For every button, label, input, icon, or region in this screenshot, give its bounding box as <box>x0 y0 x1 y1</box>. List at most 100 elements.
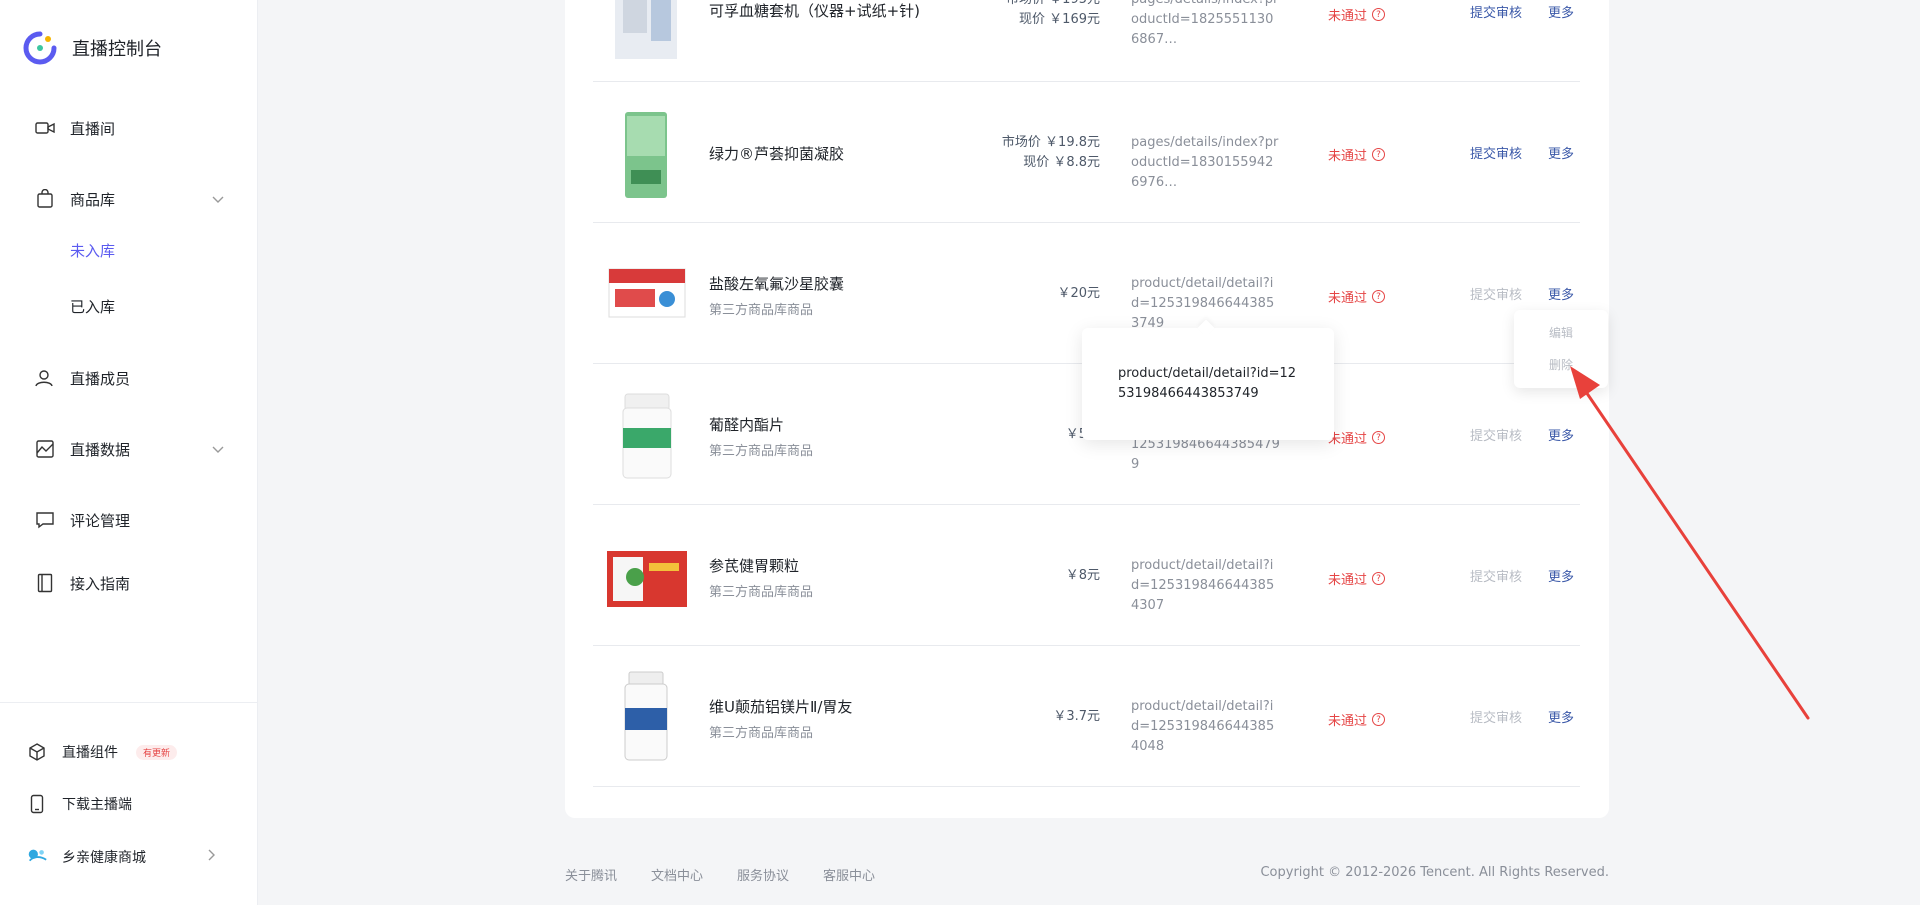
product-image <box>608 268 686 318</box>
update-badge: 有更新 <box>136 744 178 760</box>
copyright: Copyright © 2012-2026 Tencent. All Right… <box>1260 865 1609 880</box>
product-source: 第三方商品库商品 <box>709 444 814 459</box>
more-link[interactable]: 更多 <box>1548 566 1574 585</box>
price-current: ￥8元 <box>1065 568 1100 583</box>
cube-icon <box>26 741 48 763</box>
delete-menu-item[interactable]: 删除 <box>1514 356 1608 373</box>
help-icon[interactable]: ? <box>1372 431 1386 444</box>
help-icon[interactable]: ? <box>1372 572 1386 585</box>
submit-review-link[interactable]: 提交审核 <box>1470 707 1522 726</box>
nav-goods-lib-label: 商品库 <box>70 190 116 209</box>
more-link[interactable]: 更多 <box>1548 143 1574 162</box>
price-current: 现价 ￥8.8元 <box>1023 155 1100 170</box>
product-name: 盐酸左氧氟沙星胶囊 <box>709 275 845 293</box>
edit-menu-item[interactable]: 编辑 <box>1514 324 1608 341</box>
nav-members-label: 直播成员 <box>70 369 131 388</box>
product-image <box>625 112 667 198</box>
product-name: 绿力®芦荟抑菌凝胶 <box>709 145 845 163</box>
user-icon <box>34 367 56 389</box>
help-icon[interactable]: ? <box>1372 290 1386 303</box>
help-icon[interactable]: ? <box>1372 148 1386 161</box>
more-link[interactable]: 更多 <box>1548 707 1574 726</box>
status-text: 未通过 <box>1328 573 1368 588</box>
submit-review-link[interactable]: 提交审核 <box>1470 566 1522 585</box>
product-image <box>607 551 687 607</box>
path-tooltip: product/detail/detail?id=125319846644385… <box>1082 328 1334 440</box>
nav-members[interactable]: 直播成员 <box>34 367 224 389</box>
submit-review-link[interactable]: 提交审核 <box>1470 2 1522 21</box>
brand[interactable]: 直播控制台 <box>22 30 162 66</box>
submit-review-link[interactable]: 提交审核 <box>1470 143 1522 162</box>
product-path: product/detail/detail?id=125319846644385… <box>1131 558 1275 613</box>
nav-live-component[interactable]: 直播组件 有更新 <box>26 741 216 763</box>
chevron-right-icon <box>208 849 216 865</box>
shop-avatar <box>26 846 48 868</box>
product-source: 第三方商品库商品 <box>709 303 814 318</box>
nav-live-room[interactable]: 直播间 <box>34 117 224 139</box>
nav-goods-lib[interactable]: 商品库 <box>34 188 224 210</box>
status-text: 未通过 <box>1328 149 1368 164</box>
shop-switcher[interactable]: 乡亲健康商城 <box>26 846 216 868</box>
product-path: product/detail/detail?id=125319846644385… <box>1131 699 1275 754</box>
product-price: 市场价 ￥195元 现价 ￥169元 <box>1006 0 1100 30</box>
table-row: 参芪健胃颗粒 第三方商品库商品 ￥8元 product/detail/detai… <box>593 505 1580 646</box>
status-text: 未通过 <box>1328 291 1368 306</box>
footer-agreement[interactable]: 服务协议 <box>737 865 789 884</box>
nav-guide-label: 接入指南 <box>70 574 131 593</box>
more-dropdown: 编辑 删除 <box>1514 310 1608 388</box>
status-badge: 未通过 ? <box>1328 428 1386 447</box>
console-title: 直播控制台 <box>72 39 162 60</box>
product-price: ￥20元 <box>1057 284 1100 304</box>
help-icon[interactable]: ? <box>1372 8 1386 21</box>
nav-live-component-label: 直播组件 <box>62 745 118 761</box>
nav-stored[interactable]: 已入库 <box>70 296 115 317</box>
more-link[interactable]: 更多 <box>1548 425 1574 444</box>
chevron-down-icon <box>212 440 224 458</box>
product-image <box>615 0 677 59</box>
product-price: 市场价 ￥19.8元 现价 ￥8.8元 <box>1002 133 1100 173</box>
footer-about[interactable]: 关于腾讯 <box>565 865 617 884</box>
product-price: ￥8元 <box>1066 566 1100 586</box>
nav-download-anchor-label: 下载主播端 <box>62 797 132 813</box>
product-image <box>622 393 672 479</box>
submit-review-link[interactable]: 提交审核 <box>1470 425 1522 444</box>
product-path: 1253198466443854799 <box>1131 437 1280 472</box>
price-current: ￥20元 <box>1057 286 1100 301</box>
footer-support[interactable]: 客服中心 <box>823 865 875 884</box>
nav-download-anchor[interactable]: 下载主播端 <box>26 793 216 815</box>
sidebar-divider <box>0 702 258 703</box>
table-row: 绿力®芦荟抑菌凝胶 市场价 ￥19.8元 现价 ￥8.8元 pages/deta… <box>593 82 1580 223</box>
nav-guide[interactable]: 接入指南 <box>34 572 224 594</box>
more-link[interactable]: 更多 <box>1548 284 1574 303</box>
footer-docs[interactable]: 文档中心 <box>651 865 703 884</box>
nav-live-data[interactable]: 直播数据 <box>34 438 224 460</box>
status-badge: 未通过 ? <box>1328 5 1386 24</box>
product-path: pages/details/index?productId=1825551130… <box>1131 0 1278 47</box>
submit-review-link[interactable]: 提交审核 <box>1470 284 1522 303</box>
nav-not-stored[interactable]: 未入库 <box>70 240 115 261</box>
price-current: ￥3.7元 <box>1053 709 1100 724</box>
more-link[interactable]: 更多 <box>1548 2 1574 21</box>
status-badge: 未通过 ? <box>1328 710 1386 729</box>
status-badge: 未通过 ? <box>1328 145 1386 164</box>
bag-icon <box>34 188 56 210</box>
table-row: 维U颠茄铝镁片Ⅱ/胃友 第三方商品库商品 ￥3.7元 product/detai… <box>593 646 1580 787</box>
phone-icon <box>26 793 48 815</box>
chevron-down-icon <box>212 190 224 208</box>
status-text: 未通过 <box>1328 714 1368 729</box>
product-source: 第三方商品库商品 <box>709 585 814 600</box>
status-badge: 未通过 ? <box>1328 287 1386 306</box>
shop-name: 乡亲健康商城 <box>62 850 146 866</box>
product-name: 参芪健胃颗粒 <box>709 557 800 575</box>
nav-comments[interactable]: 评论管理 <box>34 509 224 531</box>
price-market: 市场价 ￥195元 <box>1006 0 1100 10</box>
product-name: 可孚血糖套机（仪器+试纸+针) <box>709 2 920 20</box>
product-name: 维U颠茄铝镁片Ⅱ/胃友 <box>709 698 853 716</box>
help-icon[interactable]: ? <box>1372 713 1386 726</box>
table-row: 可孚血糖套机（仪器+试纸+针) 市场价 ￥195元 现价 ￥169元 pages… <box>593 0 1580 82</box>
product-source: 第三方商品库商品 <box>709 726 814 741</box>
product-image <box>624 671 668 761</box>
product-path: pages/details/index?productId=1830155942… <box>1131 135 1279 190</box>
nav-live-room-label: 直播间 <box>70 119 116 138</box>
book-icon <box>34 572 56 594</box>
